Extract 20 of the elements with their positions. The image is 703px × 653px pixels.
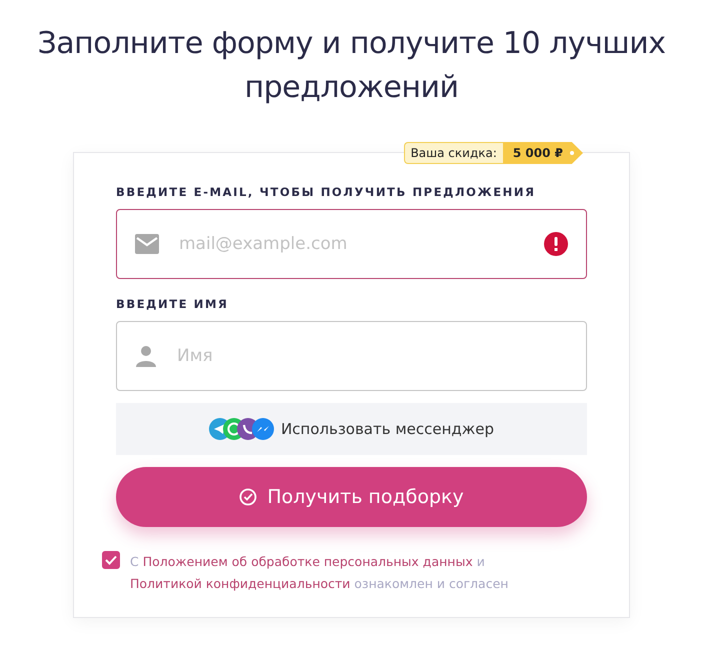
policy-link[interactable]: Положением об обработке персональных данных [142, 554, 473, 569]
discount-value: 5 000 ₽ [502, 142, 583, 164]
discount-label: Ваша скидка: [404, 142, 503, 164]
field-frame[interactable]: Имя [116, 321, 587, 391]
consent-text: С Положением об обработке персональных данных и Политикой конфиденциальности ознакомлен и согласен [130, 553, 510, 593]
input-field[interactable]: mail@example.com [177, 233, 526, 255]
consent-checkbox[interactable] [102, 551, 120, 569]
person-icon [135, 345, 157, 367]
input-field[interactable]: Имя [175, 345, 568, 367]
check-circle-icon [239, 488, 258, 506]
policy-link[interactable]: Политикой конфиденциальности [130, 576, 350, 591]
submit-button[interactable]: Получить подборку [116, 467, 587, 527]
messenger-icons-drawing [208, 418, 275, 440]
form-title: Заполните форму и получите 10 лучших предложений [36, 25, 666, 107]
messenger-button[interactable]: Использовать мессенджер [116, 403, 587, 455]
error-icon [544, 232, 568, 256]
field-label: ВВЕДИТЕ E-MAIL, ЧТОБЫ ПОЛУЧИТЬ ПРЕДЛОЖЕНИЯ [116, 185, 537, 199]
field-frame[interactable]: mail@example.com [116, 209, 587, 279]
mail-icon [135, 234, 159, 254]
field-label: ВВЕДИТЕ ИМЯ [116, 297, 230, 311]
